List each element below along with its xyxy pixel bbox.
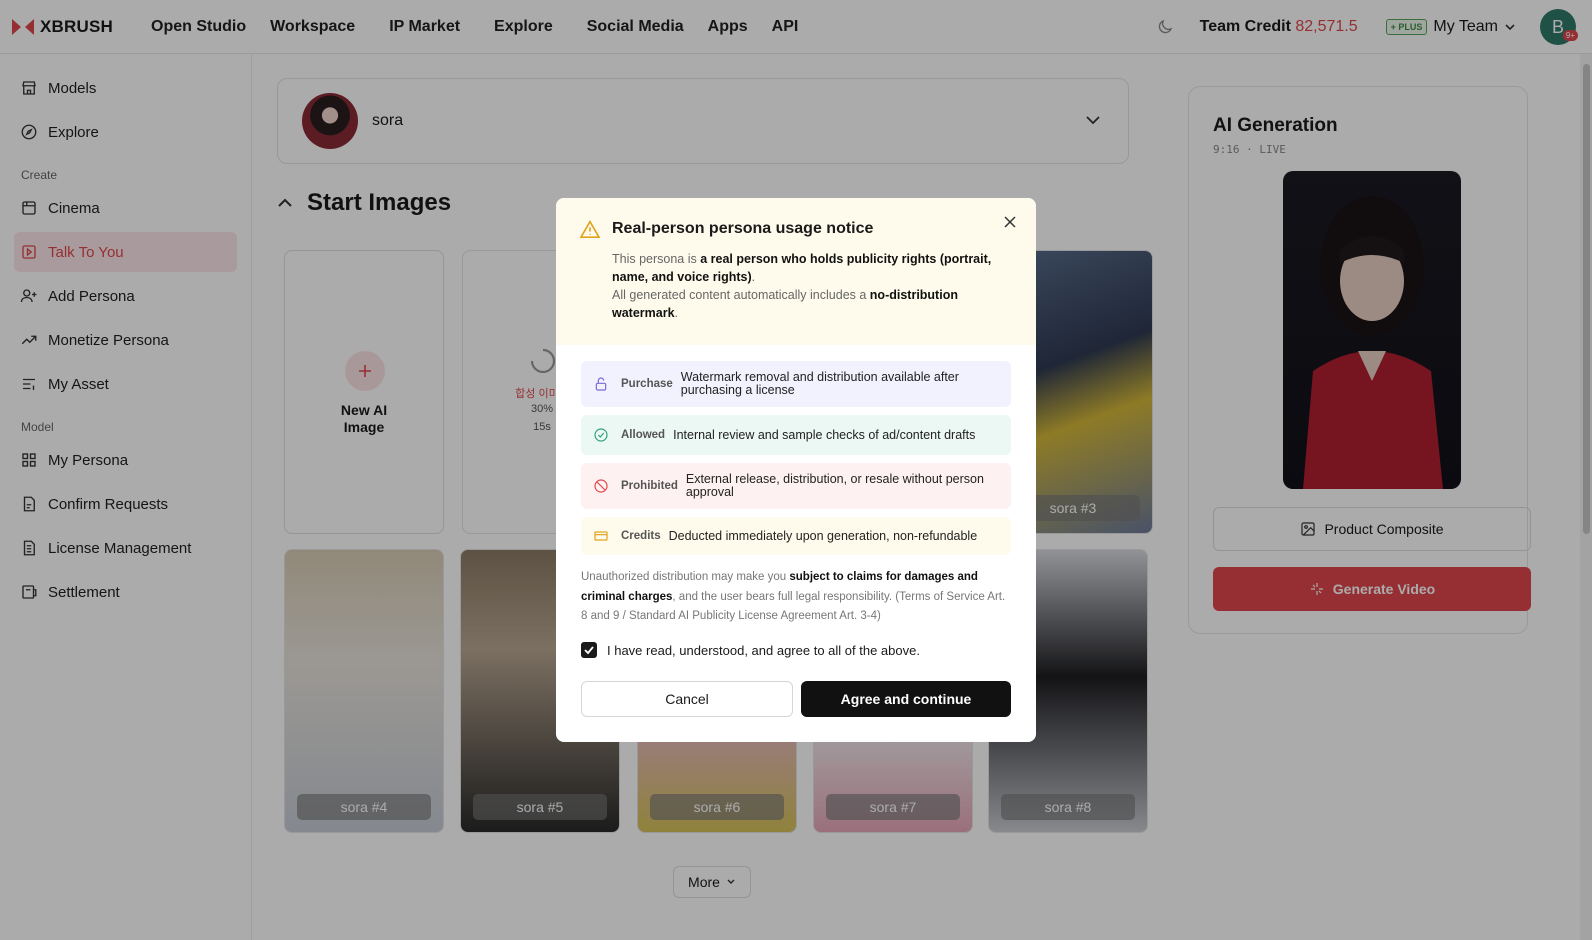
credits-row: Credits Deducted immediately upon genera… [581, 517, 1011, 555]
row-text: Internal review and sample checks of ad/… [673, 427, 976, 442]
ban-icon [594, 479, 608, 493]
unlock-icon [595, 377, 607, 391]
warning-icon [580, 220, 600, 238]
allowed-row: Allowed Internal review and sample check… [581, 415, 1011, 455]
cancel-button[interactable]: Cancel [581, 681, 793, 717]
purchase-row: Purchase Watermark removal and distribut… [581, 361, 1011, 407]
row-label: Purchase [621, 378, 673, 390]
modal-intro: This persona is a real person who holds … [612, 250, 1012, 322]
agree-checkbox[interactable] [581, 642, 597, 658]
usage-notice-modal: Real-person persona usage notice This pe… [556, 198, 1036, 742]
prohibited-row: Prohibited External release, distributio… [581, 463, 1011, 509]
checkbox-label: I have read, understood, and agree to al… [607, 642, 920, 658]
row-text: External release, distribution, or resal… [685, 472, 984, 499]
modal-title: Real-person persona usage notice [612, 220, 874, 237]
modal-title-row: Real-person persona usage notice [580, 220, 1012, 238]
close-icon[interactable] [1004, 216, 1016, 228]
legal-disclaimer: Unauthorized distribution may make you s… [581, 568, 1013, 627]
intro-text: . [751, 270, 756, 284]
row-label: Prohibited [621, 480, 678, 492]
intro-text: All generated content automatically incl… [612, 288, 870, 302]
intro-text: This persona is [612, 252, 701, 266]
row-label: Credits [621, 530, 661, 542]
checkmark-icon [584, 646, 594, 655]
row-label: Allowed [621, 429, 666, 441]
check-circle-icon [594, 428, 608, 442]
credit-card-icon [594, 531, 608, 541]
modal-notice-header: Real-person persona usage notice This pe… [556, 198, 1036, 345]
row-text: Deducted immediately upon generation, no… [668, 528, 978, 543]
agree-continue-button[interactable]: Agree and continue [801, 681, 1011, 717]
agree-checkbox-row[interactable]: I have read, understood, and agree to al… [581, 642, 920, 658]
intro-text: . [674, 306, 679, 320]
disclaimer-text: Unauthorized distribution may make you [581, 571, 790, 583]
row-text: Watermark removal and distribution avail… [680, 370, 959, 397]
